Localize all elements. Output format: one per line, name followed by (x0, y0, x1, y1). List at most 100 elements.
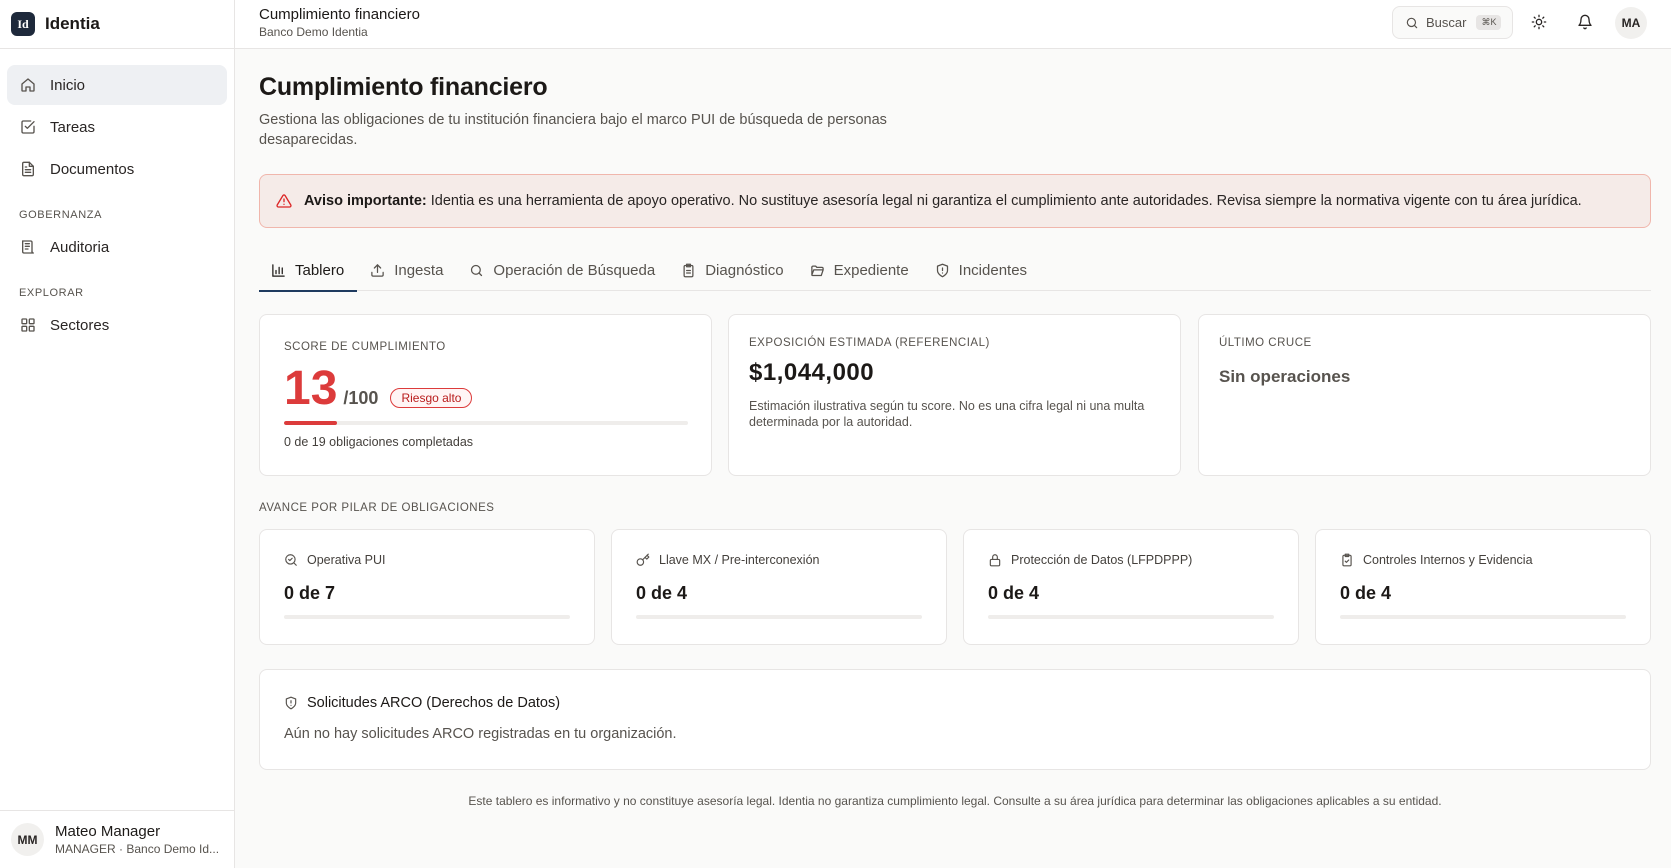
home-icon (20, 77, 36, 93)
alert-text: Identia es una herramienta de apoyo oper… (430, 193, 1582, 209)
tab-label: Ingesta (394, 261, 444, 279)
tab-label: Tablero (295, 261, 345, 279)
sidebar-item-label: Inicio (50, 76, 86, 94)
score-row: 13 /100 Riesgo alto (284, 362, 473, 415)
sidebar-item-auditoria[interactable]: Auditoria (7, 227, 227, 267)
search-button[interactable]: Buscar ⌘K (1392, 6, 1513, 39)
arco-header: Solicitudes ARCO (Derechos de Datos) (284, 695, 560, 711)
topbar-title: Cumplimiento financiero (259, 6, 420, 23)
upload-icon (370, 263, 385, 278)
tab-operacion-busqueda[interactable]: Operación de Búsqueda (456, 249, 668, 291)
alert-triangle-icon (276, 193, 292, 209)
shield-icon (284, 696, 298, 710)
pillar-title: Protección de Datos (LFPDPPP) (1011, 553, 1193, 567)
brand-logo: Id (11, 12, 35, 36)
sidebar: Id Identia Inicio Tareas Documentos GOBE… (0, 0, 235, 868)
score-max: /100 (343, 388, 379, 408)
search-label: Buscar (1426, 15, 1467, 30)
file-text-icon (20, 161, 36, 177)
grid-icon (20, 317, 36, 333)
pillars-heading: AVANCE POR PILAR DE OBLIGACIONES (259, 502, 495, 514)
last-cross-card: ÚLTIMO CRUCE Sin operaciones (1198, 314, 1651, 476)
exposure-label: EXPOSICIÓN ESTIMADA (REFERENCIAL) (749, 337, 990, 349)
sidebar-item-label: Auditoria (50, 238, 110, 256)
score-label: SCORE DE CUMPLIMIENTO (284, 341, 446, 353)
key-icon (636, 553, 650, 567)
alert-title: Aviso importante: (304, 193, 427, 209)
check-square-icon (20, 119, 36, 135)
score-progress-bar (284, 421, 688, 425)
clipboard-icon (681, 263, 696, 278)
shield-icon (935, 263, 950, 278)
sidebar-nav: Inicio Tareas Documentos GOBERNANZA Audi… (0, 49, 234, 345)
arco-title: Solicitudes ARCO (Derechos de Datos) (307, 695, 561, 711)
pillar-value: 0 de 4 (988, 583, 1040, 603)
user-avatar-button[interactable]: MA (1615, 7, 1647, 39)
pillar-title: Operativa PUI (307, 553, 386, 567)
last-cross-value: Sin operaciones (1219, 367, 1351, 386)
pillar-title: Controles Internos y Evidencia (1363, 553, 1533, 567)
pillar-card-llave-mx[interactable]: Llave MX / Pre-interconexión 0 de 4 (611, 529, 947, 645)
tab-label: Operación de Búsqueda (493, 261, 656, 279)
pillar-progress-bar (284, 615, 570, 619)
search-icon (1405, 16, 1419, 30)
sidebar-section-title: GOBERNANZA (19, 209, 103, 221)
brand-name: Identia (45, 14, 100, 33)
exposure-value: $1,044,000 (749, 359, 875, 386)
pillar-title-row: Llave MX / Pre-interconexión (636, 553, 820, 567)
folder-open-icon (810, 263, 825, 278)
pillar-value: 0 de 7 (284, 583, 336, 603)
pillar-title-row: Operativa PUI (284, 553, 386, 567)
pillar-card-controles-internos[interactable]: Controles Internos y Evidencia 0 de 4 (1315, 529, 1651, 645)
pillar-card-operativa-pui[interactable]: Operativa PUI 0 de 7 (259, 529, 595, 645)
page-title: Cumplimiento financiero (259, 73, 548, 101)
tab-label: Incidentes (958, 261, 1028, 279)
pillar-progress-bar (988, 615, 1274, 619)
pillar-title: Llave MX / Pre-interconexión (659, 553, 820, 567)
sidebar-item-label: Documentos (50, 160, 135, 178)
exposure-note: Estimación ilustrativa según tu score. N… (749, 399, 1145, 429)
user-menu[interactable]: MM Mateo Manager MANAGER · Banco Demo Id… (0, 810, 234, 868)
brand[interactable]: Id Identia (0, 0, 234, 49)
tab-label: Expediente (833, 261, 909, 279)
risk-badge: Riesgo alto (390, 388, 473, 408)
pillar-title-row: Protección de Datos (LFPDPPP) (988, 553, 1192, 567)
arco-empty-state: Aún no hay solicitudes ARCO registradas … (284, 726, 677, 742)
pillar-progress-bar (636, 615, 922, 619)
tab-bar: Tablero Ingesta Operación de Búsqueda Di… (259, 249, 1651, 292)
tab-tablero[interactable]: Tablero (259, 249, 358, 292)
last-cross-label: ÚLTIMO CRUCE (1219, 337, 1312, 349)
sidebar-item-tareas[interactable]: Tareas (7, 107, 227, 147)
clipboard-check-icon (1340, 553, 1354, 567)
tab-label: Diagnóstico (705, 261, 784, 279)
sidebar-item-sectores[interactable]: Sectores (7, 305, 227, 345)
sun-icon (1531, 14, 1547, 30)
user-role: MANAGER · Banco Demo Id... (55, 842, 220, 856)
exposure-card: EXPOSICIÓN ESTIMADA (REFERENCIAL) $1,044… (728, 314, 1181, 476)
pillar-progress-bar (1340, 615, 1626, 619)
arco-requests-card: Solicitudes ARCO (Derechos de Datos) Aún… (259, 669, 1651, 770)
bell-icon (1577, 14, 1593, 30)
sidebar-item-documentos[interactable]: Documentos (7, 149, 227, 189)
pillar-card-proteccion-datos[interactable]: Protección de Datos (LFPDPPP) 0 de 4 (963, 529, 1299, 645)
notifications-button[interactable] (1575, 12, 1595, 32)
pillar-value: 0 de 4 (636, 583, 688, 603)
tab-ingesta[interactable]: Ingesta (357, 249, 456, 291)
topbar-subtitle: Banco Demo Identia (259, 25, 368, 39)
score-value: 13 (284, 362, 338, 415)
pillar-value: 0 de 4 (1340, 583, 1392, 603)
score-card: SCORE DE CUMPLIMIENTO 13 /100 Riesgo alt… (259, 314, 712, 476)
tab-expediente[interactable]: Expediente (797, 249, 922, 291)
theme-toggle-button[interactable] (1529, 12, 1549, 32)
legal-notice-alert: Aviso importante: Identia es una herrami… (259, 174, 1651, 228)
tab-diagnostico[interactable]: Diagnóstico (668, 249, 796, 291)
sidebar-item-label: Tareas (50, 118, 96, 136)
sidebar-section-title: EXPLORAR (19, 287, 84, 299)
pillar-title-row: Controles Internos y Evidencia (1340, 553, 1533, 567)
sidebar-item-inicio[interactable]: Inicio (7, 65, 227, 105)
tab-incidentes[interactable]: Incidentes (922, 249, 1040, 291)
search-check-icon (284, 553, 298, 567)
search-icon (469, 263, 484, 278)
audit-log-icon (20, 239, 36, 255)
page-description: Gestiona las obligaciones de tu instituc… (259, 112, 887, 148)
